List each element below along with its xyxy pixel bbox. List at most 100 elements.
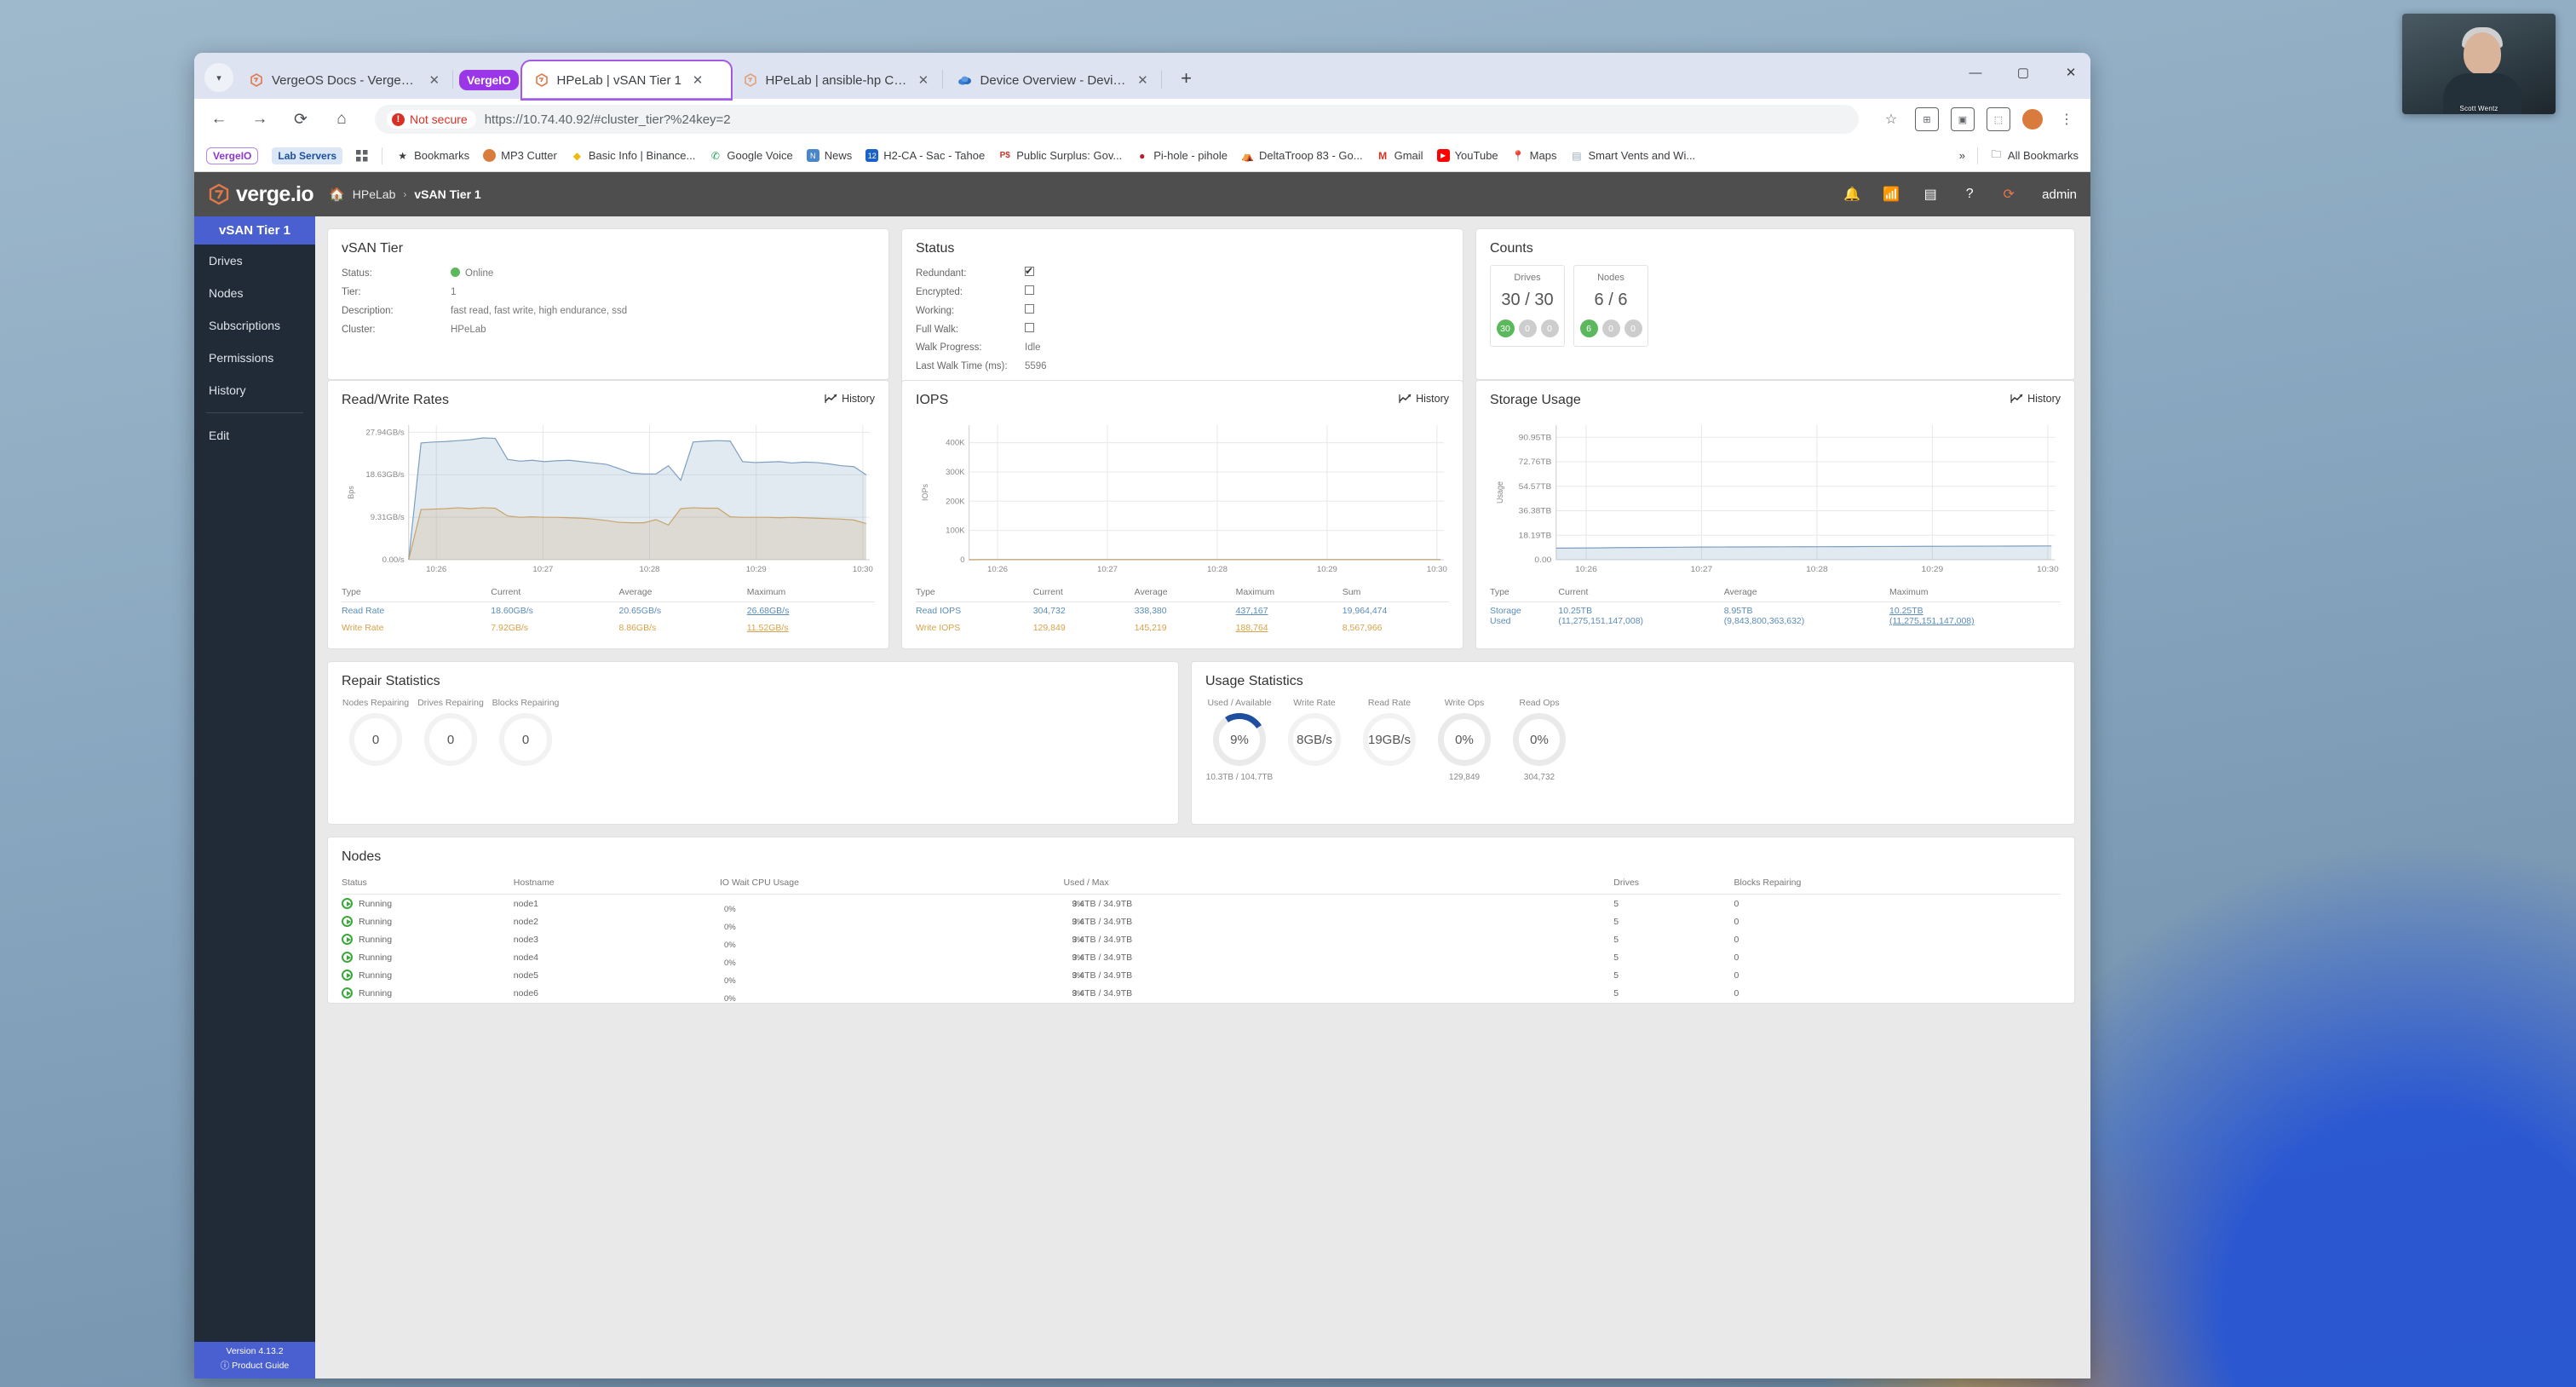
history-link[interactable]: History (2010, 393, 2061, 405)
close-icon[interactable]: ✕ (1136, 72, 1149, 89)
product-guide-link[interactable]: ⓘ Product Guide (194, 1359, 315, 1372)
extension-icon[interactable]: ▣ (1951, 107, 1975, 131)
cell-type[interactable]: Write Rate (342, 619, 491, 636)
cell-drives: 5 (1613, 970, 1619, 981)
not-secure-badge[interactable]: ! Not secure (387, 110, 476, 129)
sidebar-item-permissions[interactable]: Permissions (194, 342, 315, 374)
table-row[interactable]: Running node3 0% 9% 3.4TB / 34.9TB 5 0 (342, 930, 2061, 950)
count-value: 6 / 6 (1594, 291, 1628, 309)
checkbox-icon (1025, 262, 1034, 281)
bookmarks-overflow-icon[interactable]: » (1959, 149, 1965, 162)
sidebar-item-nodes[interactable]: Nodes (194, 277, 315, 309)
cell-hostname[interactable]: node3 (514, 930, 720, 948)
home-icon[interactable]: ⌂ (329, 106, 354, 132)
history-link[interactable]: History (1399, 393, 1449, 405)
cell-type[interactable]: Read IOPS (916, 602, 1033, 620)
bookmark-bookmarks[interactable]: ★ Bookmarks (396, 149, 469, 162)
history-link[interactable]: History (825, 393, 875, 405)
cell-hostname[interactable]: node4 (514, 948, 720, 966)
puzzle-icon[interactable]: ⬚ (1987, 107, 2010, 131)
bookmark-apps-grid[interactable] (356, 149, 368, 162)
browser-tab-2[interactable]: HPeLab | ansible-hp Console ✕ (731, 61, 940, 99)
breadcrumb-cluster[interactable]: HPeLab (353, 187, 396, 201)
table-row[interactable]: Running node2 0% 9% 3.4TB / 34.9TB 5 0 (342, 912, 2061, 932)
bookmark-vergeio[interactable]: VergeIO (206, 147, 259, 164)
checkbox[interactable] (1025, 284, 1034, 302)
sidebar-item-history[interactable]: History (194, 374, 315, 406)
cell-type[interactable]: Storage Used (1490, 602, 1558, 630)
home-icon[interactable]: 🏠 (329, 187, 345, 202)
bookmark-pihole[interactable]: ● Pi-hole - pihole (1136, 149, 1228, 162)
tab-separator (1160, 70, 1162, 89)
tab-search-dropdown-icon[interactable]: ▾ (204, 63, 233, 92)
refresh-icon[interactable]: ⟳ (1999, 186, 2018, 203)
chrome-menu-icon[interactable]: ⋮ (2055, 107, 2079, 131)
bookmark-google-voice[interactable]: ✆ Google Voice (709, 149, 793, 162)
minimize-button[interactable]: — (1963, 66, 1988, 80)
bookmark-mp3-cutter[interactable]: MP3 Cutter (483, 149, 557, 162)
bookmark-news[interactable]: N News (806, 149, 852, 162)
avatar[interactable] (2022, 109, 2043, 129)
user-menu[interactable]: admin (2042, 187, 2077, 202)
maximize-button[interactable]: ▢ (2010, 65, 2036, 80)
close-icon[interactable]: ✕ (428, 72, 441, 89)
bookmark-binance[interactable]: ◆ Basic Info | Binance... (571, 149, 696, 162)
close-icon[interactable]: ✕ (916, 72, 930, 89)
bookmark-h2ca[interactable]: 12 H2-CA - Sac - Tahoe (865, 149, 985, 162)
rss-icon[interactable]: 📶 (1882, 186, 1900, 203)
bookmark-youtube[interactable]: ▶ YouTube (1436, 149, 1498, 162)
forward-icon[interactable]: → (247, 106, 273, 132)
browser-tab-0[interactable]: VergeOS Docs - VergeOS Docs ✕ (237, 61, 450, 99)
count-box-drives[interactable]: Drives 30 / 30 30 0 0 (1490, 265, 1565, 347)
table-row[interactable]: Running node4 0% 9% 3.4TB / 34.9TB 5 0 (342, 948, 2061, 968)
sidebar-item-subscriptions[interactable]: Subscriptions (194, 309, 315, 342)
table-row[interactable]: Running node6 0% 9% 3.4TB / 34.9TB 5 0 (342, 984, 2061, 1004)
address-bar[interactable]: ! Not secure https://10.74.40.92/#cluste… (375, 105, 1859, 134)
bookmark-smart-vents[interactable]: ▤ Smart Vents and Wi... (1570, 149, 1695, 162)
svg-text:10:30: 10:30 (1427, 565, 1447, 574)
field-label: Description: (342, 305, 394, 316)
field-value: 1 (451, 286, 457, 297)
table-row: Read IOPS 304,732 338,380 437,167 19,964,474 (916, 602, 1449, 620)
sidebar-item-drives[interactable]: Drives (194, 245, 315, 277)
bookmark-deltatroop[interactable]: ⛺ DeltaTroop 83 - Go... (1241, 149, 1363, 162)
cell-type[interactable]: Read Rate (342, 602, 491, 620)
nodes-card: Nodes Status Hostname IO Wait CPU Usage … (327, 837, 2075, 1004)
help-icon[interactable]: ? (1960, 187, 1979, 202)
chart-plot-area: 90.95TB 72.76TB 54.57TB 36.38TB 18.19TB 0.00 1… (1490, 418, 2061, 578)
cell-hostname[interactable]: node5 (514, 966, 720, 984)
bookmark-star-icon[interactable]: ☆ (1879, 107, 1903, 131)
vergeos-app: verge.io 🏠 HPeLab › vSAN Tier 1 🔔 📶 ▤ ? … (194, 172, 2090, 1378)
bookmark-public-surplus[interactable]: P$ Public Surplus: Gov... (998, 149, 1123, 162)
bookmark-gmail[interactable]: M Gmail (1377, 149, 1423, 162)
checkbox[interactable] (1025, 321, 1034, 340)
cell-hostname[interactable]: node6 (514, 984, 720, 1002)
table-row[interactable]: Running node5 0% 9% 3.4TB / 34.9TB 5 0 (342, 966, 2061, 986)
close-window-button[interactable]: ✕ (2058, 65, 2084, 80)
browser-tab-1[interactable]: HPeLab | vSAN Tier 1 ✕ (521, 61, 731, 99)
split-screen-icon[interactable]: ⊞ (1915, 107, 1939, 131)
cell-hostname[interactable]: node2 (514, 912, 720, 930)
close-icon[interactable]: ✕ (689, 72, 706, 89)
bookmark-lab-servers[interactable]: Lab Servers (272, 147, 343, 164)
checkbox[interactable] (1025, 262, 1034, 284)
logs-icon[interactable]: ▤ (1921, 186, 1940, 203)
reload-icon[interactable]: ⟳ (288, 106, 313, 132)
bell-icon[interactable]: 🔔 (1843, 186, 1861, 203)
vsan-tier-card: vSAN Tier Status: Online Tier: 1 Descrip… (327, 228, 889, 380)
browser-tab-3[interactable]: Device Overview - Devices - SA ✕ (946, 61, 1159, 99)
cell-type[interactable]: Write IOPS (916, 619, 1033, 636)
sidebar-item-edit[interactable]: Edit (194, 419, 315, 452)
all-bookmarks-button[interactable]: 🗀 All Bookmarks (1990, 148, 2079, 162)
tab-group-pill[interactable]: VergeIO (459, 70, 519, 90)
table-row: Write Rate 7.92GB/s 8.86GB/s 11.52GB/s (342, 619, 875, 636)
back-icon[interactable]: ← (206, 106, 232, 132)
brand[interactable]: verge.io (208, 182, 314, 207)
checkbox[interactable] (1025, 302, 1034, 321)
new-tab-button[interactable]: + (1171, 63, 1202, 94)
count-box-nodes[interactable]: Nodes 6 / 6 6 0 0 (1573, 265, 1648, 347)
bookmark-maps[interactable]: 📍 Maps (1512, 149, 1557, 162)
cell-hostname[interactable]: node1 (514, 895, 720, 913)
table-row[interactable]: Running node1 0% 9% 3.4TB / 34.9TB 5 0 (342, 895, 2061, 914)
counts-title: Counts (1490, 241, 1533, 256)
